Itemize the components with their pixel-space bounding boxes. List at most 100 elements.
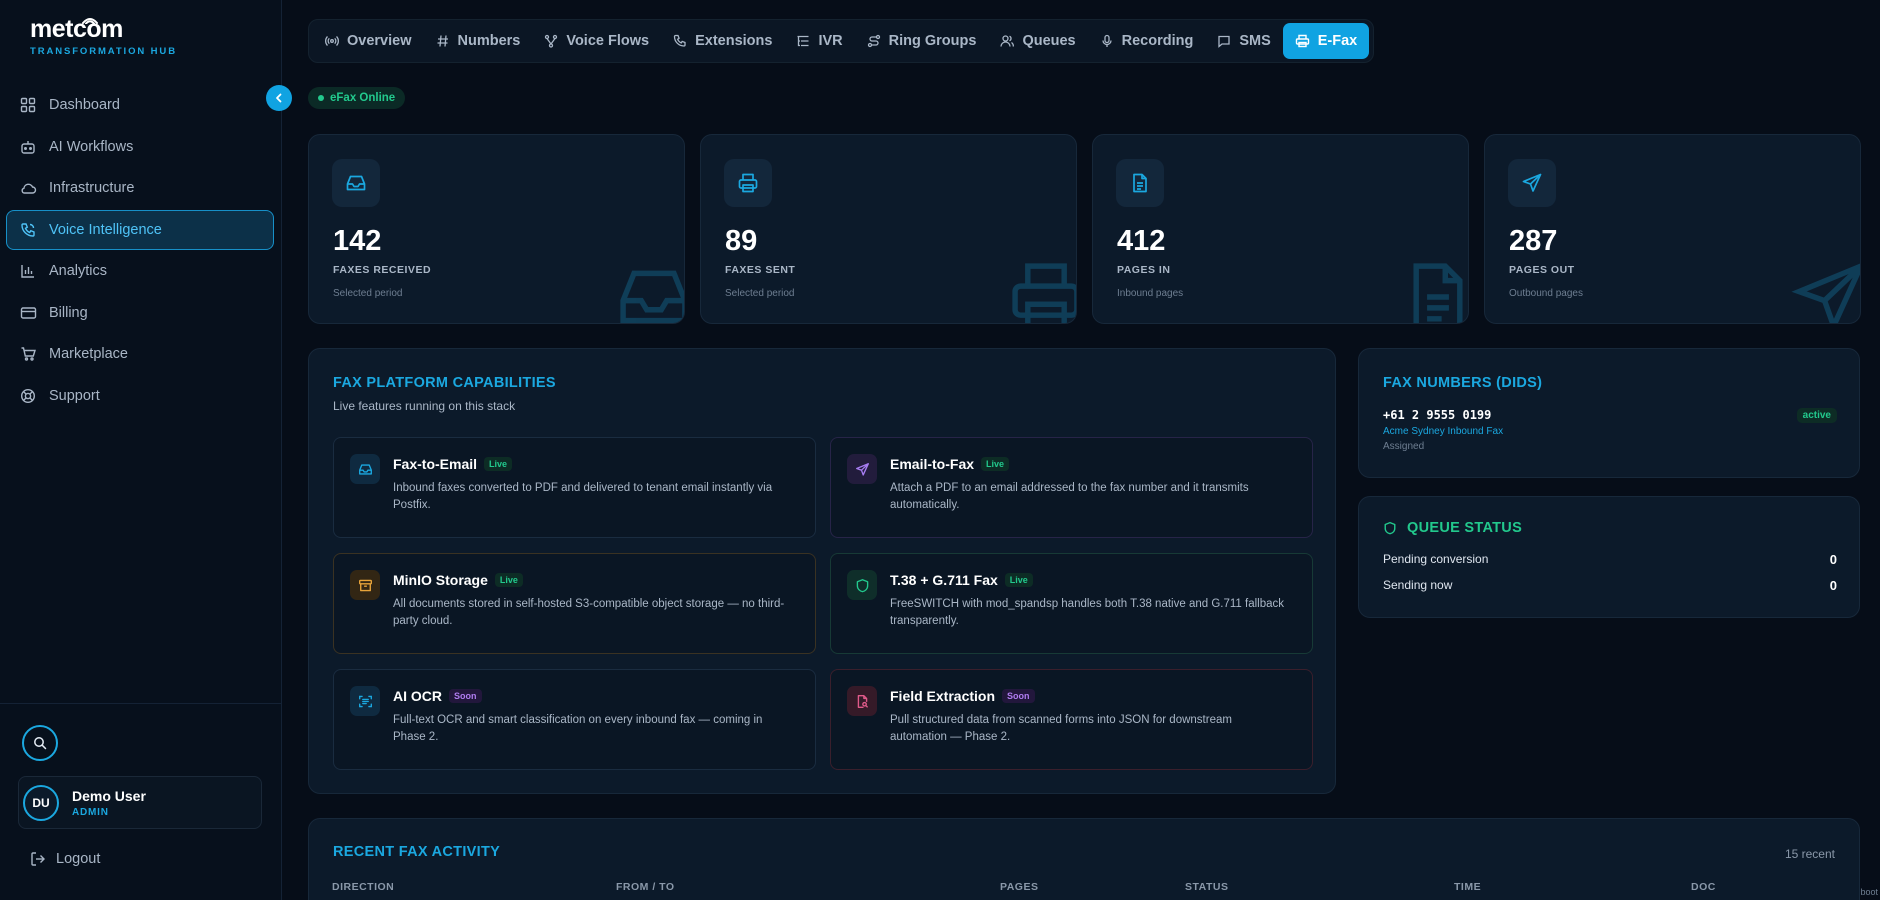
tab-numbers[interactable]: Numbers — [424, 23, 533, 59]
panel-title: FAX NUMBERS (DIDS) — [1383, 375, 1543, 391]
logout-button[interactable]: Logout — [30, 851, 100, 867]
did-assignment: Assigned — [1383, 441, 1425, 452]
corner-label: boot — [1860, 887, 1878, 897]
column-header-pages[interactable]: PAGES — [1000, 881, 1038, 893]
user-role: ADMIN — [72, 806, 109, 818]
recent-activity-panel: RECENT FAX ACTIVITY 15 recent — [308, 818, 1860, 900]
sidebar-item-voice-intelligence[interactable]: Voice Intelligence — [6, 209, 274, 250]
search-button[interactable] — [22, 725, 58, 761]
mic-icon — [1100, 34, 1114, 48]
capability-title: Field Extraction Soon — [890, 688, 1035, 704]
panel-title: RECENT FAX ACTIVITY — [333, 844, 501, 860]
queue-row-sending: Sending now 0 — [1383, 578, 1837, 593]
send-watermark-icon — [1791, 263, 1860, 323]
file-search-icon — [847, 686, 877, 716]
capability-description: FreeSWITCH with mod_spandsp handles both… — [890, 598, 1284, 627]
capability-card-field-extraction: Field Extraction Soon Pull structured da… — [830, 669, 1313, 770]
panel-title: FAX PLATFORM CAPABILITIES — [333, 375, 556, 391]
bar-chart-icon — [19, 262, 37, 280]
sidebar-divider — [0, 703, 282, 704]
sidebar: metcom TRANSFORMATION HUB Dashboard AI W… — [0, 0, 292, 900]
sidebar-nav: Dashboard AI Workflows Infrastructure Vo… — [6, 85, 274, 417]
sidebar-item-marketplace[interactable]: Marketplace — [6, 334, 274, 374]
capability-description: Pull structured data from scanned forms … — [890, 714, 1232, 743]
column-header-doc[interactable]: DOC — [1691, 881, 1716, 893]
tab-label: IVR — [818, 33, 843, 49]
printer-icon — [1295, 34, 1310, 48]
capability-title: T.38 + G.711 Fax Live — [890, 572, 1033, 588]
sidebar-item-label: Analytics — [49, 263, 108, 279]
sidebar-collapse-button[interactable] — [266, 85, 292, 111]
stat-label: PAGES OUT — [1509, 264, 1575, 276]
status-badge: Live — [494, 573, 523, 587]
sidebar-item-label: Marketplace — [49, 346, 128, 362]
tab-extensions[interactable]: Extensions — [661, 23, 784, 59]
scan-text-icon — [350, 686, 380, 716]
status-badge: Live — [981, 457, 1010, 471]
phone-wave-icon — [19, 221, 37, 239]
tab-sms[interactable]: SMS — [1205, 23, 1282, 59]
tab-ring-groups[interactable]: Ring Groups — [855, 23, 989, 59]
capability-name: MinIO Storage — [393, 572, 488, 588]
queue-value: 0 — [1829, 578, 1837, 593]
logout-label: Logout — [56, 851, 101, 867]
fax-numbers-panel: FAX NUMBERS (DIDS) +61 2 9555 0199 Acme … — [1358, 348, 1860, 478]
stat-value: 89 — [725, 225, 758, 257]
main-content: Overview Numbers Voice Flows Extensions … — [282, 0, 1880, 900]
status-badge: Soon — [1002, 689, 1035, 703]
queue-label: Sending now — [1383, 578, 1453, 592]
tab-label: Numbers — [457, 33, 521, 49]
sidebar-item-label: Dashboard — [49, 97, 120, 113]
tab-label: Extensions — [695, 33, 773, 49]
sidebar-item-ai-workflows[interactable]: AI Workflows — [6, 127, 274, 167]
column-header-time[interactable]: TIME — [1454, 881, 1481, 893]
stat-card-faxes-received: 142 FAXES RECEIVED Selected period — [308, 134, 685, 324]
capability-title: AI OCR Soon — [393, 688, 482, 704]
column-header-direction[interactable]: DIRECTION — [332, 881, 394, 893]
avatar: DU — [23, 784, 59, 821]
did-number: +61 2 9555 0199 — [1383, 408, 1492, 422]
logout-icon — [30, 851, 46, 867]
capability-card-t38-g711-fax: T.38 + G.711 Fax Live FreeSWITCH with mo… — [830, 553, 1313, 654]
status-badge: Soon — [449, 689, 482, 703]
column-header-from-to[interactable]: FROM / TO — [616, 881, 675, 893]
stat-card-pages-out: 287 PAGES OUT Outbound pages — [1484, 134, 1861, 324]
printer-icon — [724, 159, 772, 207]
route-icon — [867, 34, 881, 48]
tab-label: Overview — [347, 33, 412, 49]
send-icon — [847, 454, 877, 484]
archive-icon — [350, 570, 380, 600]
capability-title: MinIO Storage Live — [393, 572, 523, 588]
sidebar-item-support[interactable]: Support — [6, 376, 274, 416]
did-name: Acme Sydney Inbound Fax — [1383, 426, 1504, 437]
tab-ivr[interactable]: IVR — [784, 23, 854, 59]
status-badge: eFax Online — [308, 87, 406, 109]
stat-label: FAXES RECEIVED — [333, 264, 432, 276]
tab-overview[interactable]: Overview — [313, 23, 424, 59]
sidebar-item-analytics[interactable]: Analytics — [6, 251, 274, 291]
capability-name: Field Extraction — [890, 688, 996, 704]
tab-queues[interactable]: Queues — [988, 23, 1087, 59]
user-card[interactable]: DU Demo User ADMIN — [18, 776, 262, 829]
sidebar-item-label: Infrastructure — [49, 180, 135, 196]
capability-description: All documents stored in self-hosted S3-c… — [393, 598, 785, 627]
hash-icon — [436, 34, 450, 48]
status-badge: Live — [1004, 573, 1033, 587]
stat-subtext: Selected period — [333, 288, 403, 299]
tab-e-fax[interactable]: E-Fax — [1282, 23, 1370, 59]
tab-voice-flows[interactable]: Voice Flows — [532, 23, 661, 59]
brand-logo[interactable]: metcom TRANSFORMATION HUB — [30, 14, 177, 57]
capability-name: AI OCR — [393, 688, 442, 704]
list-item[interactable]: +61 2 9555 0199 Acme Sydney Inbound Fax … — [1383, 408, 1837, 452]
sidebar-item-infrastructure[interactable]: Infrastructure — [6, 168, 274, 208]
tab-label: Ring Groups — [888, 33, 977, 49]
signal-logo-icon — [82, 18, 98, 24]
stat-card-faxes-sent: 89 FAXES SENT Selected period — [700, 134, 1077, 324]
document-watermark-icon — [1413, 263, 1463, 323]
stat-label: PAGES IN — [1117, 264, 1171, 276]
sidebar-item-dashboard[interactable]: Dashboard — [6, 85, 274, 125]
sidebar-item-label: Voice Intelligence — [49, 221, 162, 238]
sidebar-item-billing[interactable]: Billing — [6, 293, 274, 333]
tab-recording[interactable]: Recording — [1088, 23, 1206, 59]
column-header-status[interactable]: STATUS — [1185, 881, 1228, 893]
